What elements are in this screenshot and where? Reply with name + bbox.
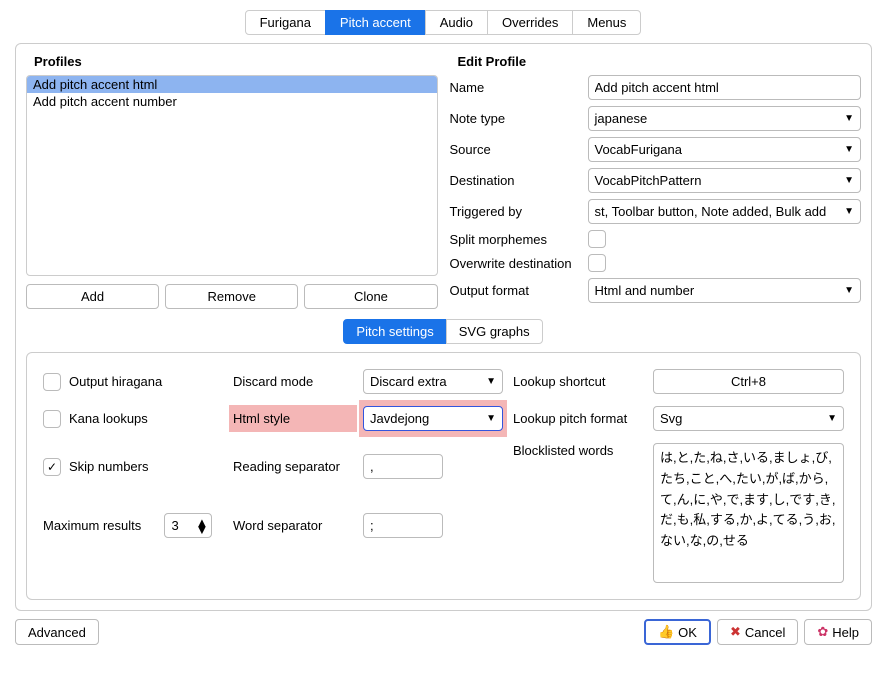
add-button[interactable]: Add	[26, 284, 159, 309]
maximum-results-spinner[interactable]: ▲▼	[164, 513, 212, 538]
main-panel: Profiles Add pitch accent html Add pitch…	[15, 43, 872, 611]
tab-audio[interactable]: Audio	[425, 10, 488, 35]
output-hiragana-label: Output hiragana	[69, 374, 162, 389]
triggered-select[interactable]: st, Toolbar button, Note added, Bulk add…	[588, 199, 862, 224]
word-separator-label: Word separator	[233, 518, 322, 533]
lookup-pitch-format-select[interactable]: Svg▼	[653, 406, 844, 431]
advanced-button[interactable]: Advanced	[15, 619, 99, 645]
tab-furigana[interactable]: Furigana	[245, 10, 326, 35]
split-label: Split morphemes	[450, 232, 580, 247]
inner-tabbar: Pitch settings SVG graphs	[26, 319, 861, 344]
settings-panel: Output hiragana Discard mode Discard ext…	[26, 352, 861, 600]
tab-svg-graphs[interactable]: SVG graphs	[446, 319, 543, 344]
help-button[interactable]: ✿Help	[804, 619, 872, 645]
tab-menus[interactable]: Menus	[572, 10, 641, 35]
lookup-shortcut-input[interactable]: Ctrl+8	[653, 369, 844, 394]
chevron-down-icon[interactable]: ▼	[195, 526, 208, 533]
chevron-down-icon: ▼	[844, 285, 854, 296]
output-select[interactable]: Html and number▼	[588, 278, 862, 303]
chevron-down-icon: ▼	[844, 206, 854, 217]
discard-mode-select[interactable]: Discard extra▼	[363, 369, 503, 394]
blocklisted-label: Blocklisted words	[513, 443, 613, 458]
lookup-pitch-format-label: Lookup pitch format	[513, 411, 627, 426]
split-checkbox[interactable]	[588, 230, 606, 248]
source-label: Source	[450, 142, 580, 157]
chevron-down-icon: ▼	[827, 413, 837, 424]
tab-pitch-settings[interactable]: Pitch settings	[343, 319, 446, 344]
name-input[interactable]	[588, 75, 862, 100]
chevron-down-icon: ▼	[844, 175, 854, 186]
profiles-heading: Profiles	[26, 54, 438, 75]
skip-numbers-checkbox[interactable]	[43, 458, 61, 476]
blocklisted-textarea[interactable]: は,と,た,ね,さ,いる,ましょ,び,たち,こと,へ,たい,が,ば,から,て,ん…	[653, 443, 844, 583]
word-separator-input[interactable]	[363, 513, 443, 538]
destination-label: Destination	[450, 173, 580, 188]
source-select[interactable]: VocabFurigana▼	[588, 137, 862, 162]
triggered-label: Triggered by	[450, 204, 580, 219]
html-style-label: Html style	[233, 411, 290, 426]
lookup-shortcut-label: Lookup shortcut	[513, 374, 606, 389]
cancel-button[interactable]: ✖Cancel	[717, 619, 798, 645]
maximum-results-label: Maximum results	[43, 518, 141, 533]
tab-pitch-accent[interactable]: Pitch accent	[325, 10, 426, 35]
notetype-label: Note type	[450, 111, 580, 126]
discard-mode-label: Discard mode	[233, 374, 313, 389]
kana-lookups-checkbox[interactable]	[43, 410, 61, 428]
reading-separator-input[interactable]	[363, 454, 443, 479]
overwrite-label: Overwrite destination	[450, 256, 580, 271]
chevron-down-icon: ▼	[844, 144, 854, 155]
remove-button[interactable]: Remove	[165, 284, 298, 309]
footer: Advanced 👍OK ✖Cancel ✿Help	[15, 619, 872, 645]
chevron-down-icon: ▼	[844, 113, 854, 124]
ok-icon: 👍	[658, 624, 674, 640]
profile-list[interactable]: Add pitch accent html Add pitch accent n…	[26, 75, 438, 276]
list-item[interactable]: Add pitch accent html	[27, 76, 437, 93]
main-tabbar: Furigana Pitch accent Audio Overrides Me…	[15, 10, 872, 35]
output-label: Output format	[450, 283, 580, 298]
edit-profile-heading: Edit Profile	[450, 54, 862, 75]
html-style-select[interactable]: Javdejong▼	[363, 406, 503, 431]
list-item[interactable]: Add pitch accent number	[27, 93, 437, 110]
notetype-select[interactable]: japanese▼	[588, 106, 862, 131]
output-hiragana-checkbox[interactable]	[43, 373, 61, 391]
cancel-icon: ✖	[730, 624, 741, 640]
tab-overrides[interactable]: Overrides	[487, 10, 573, 35]
chevron-down-icon: ▼	[486, 413, 496, 424]
overwrite-checkbox[interactable]	[588, 254, 606, 272]
reading-separator-label: Reading separator	[233, 459, 340, 474]
clone-button[interactable]: Clone	[304, 284, 437, 309]
skip-numbers-label: Skip numbers	[69, 459, 148, 474]
destination-select[interactable]: VocabPitchPattern▼	[588, 168, 862, 193]
chevron-down-icon: ▼	[486, 376, 496, 387]
name-label: Name	[450, 80, 580, 95]
ok-button[interactable]: 👍OK	[644, 619, 711, 645]
help-icon: ✿	[817, 624, 828, 640]
kana-lookups-label: Kana lookups	[69, 411, 148, 426]
